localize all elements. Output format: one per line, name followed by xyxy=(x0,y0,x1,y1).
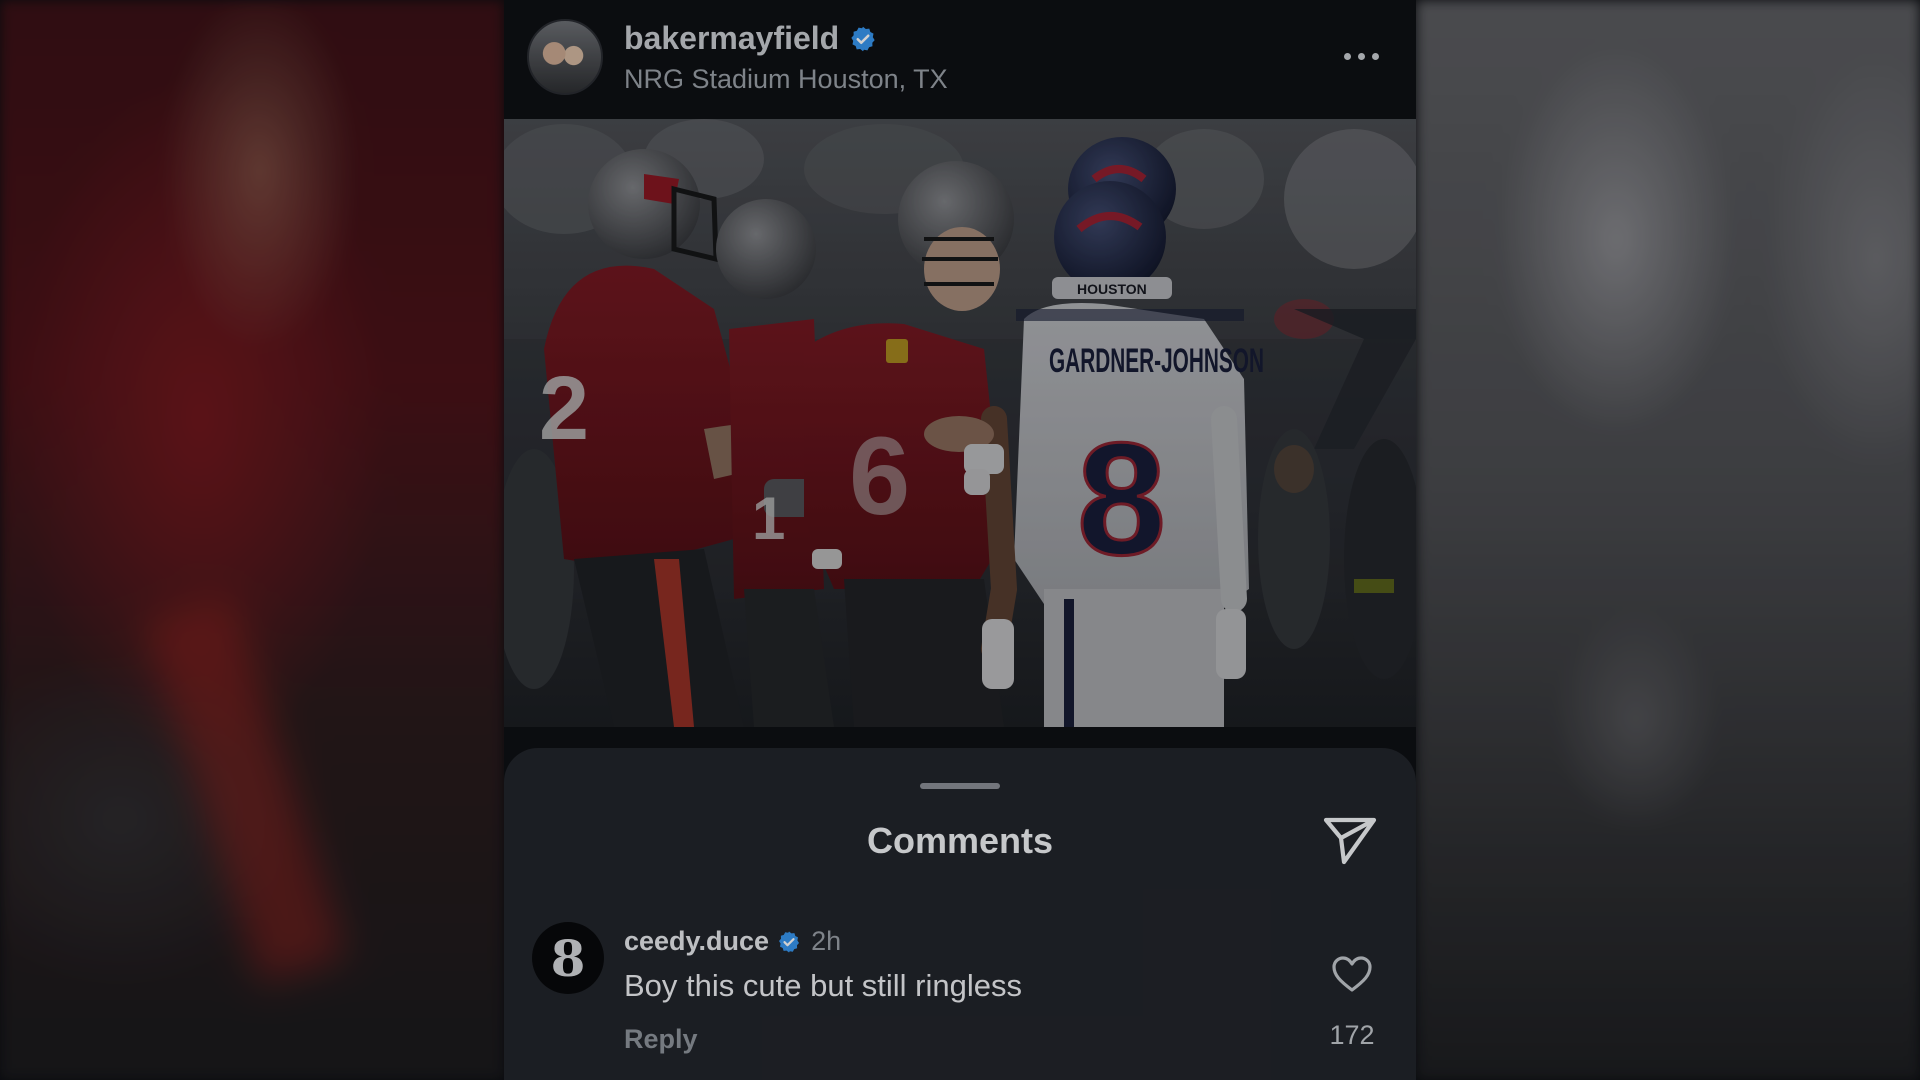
post-header: bakermayfield NRG Stadium Houston, TX xyxy=(504,0,1416,119)
comment-text: Boy this cute but still ringless xyxy=(624,968,1023,1003)
post-photo[interactable]: 2 1 6 HOUSTON GARDNER-JOHNSON 8 xyxy=(504,119,1416,727)
verified-badge-icon xyxy=(851,26,875,51)
profile-avatar[interactable] xyxy=(527,19,603,95)
comment-meta: ceedy.duce 2h xyxy=(624,926,841,957)
instagram-post-view: bakermayfield NRG Stadium Houston, TX 2 … xyxy=(504,0,1416,1080)
comment-timestamp: 2h xyxy=(811,926,842,956)
post-username-row: bakermayfield xyxy=(624,20,877,57)
blurred-background-left xyxy=(0,0,504,1080)
comment-avatar-glyph: 8 xyxy=(550,928,586,988)
dot xyxy=(1344,52,1351,60)
blurred-background-right xyxy=(1416,0,1920,1080)
more-options-icon[interactable] xyxy=(1344,44,1394,68)
football-players-photo: 2 1 6 HOUSTON GARDNER-JOHNSON 8 xyxy=(504,119,1416,727)
like-count: 172 xyxy=(1329,1020,1375,1050)
post-location[interactable]: NRG Stadium Houston, TX xyxy=(624,64,948,95)
dot xyxy=(1372,52,1379,60)
share-send-icon[interactable] xyxy=(1322,814,1378,866)
comment-username[interactable]: ceedy.duce xyxy=(624,926,769,957)
comments-sheet: Comments 8 ceedy.duce 2h Boy this cute b… xyxy=(504,748,1416,1080)
comment-avatar[interactable]: 8 xyxy=(532,922,604,994)
dot xyxy=(1358,52,1365,60)
heart-like-icon[interactable] xyxy=(1330,954,1374,994)
verified-badge-icon xyxy=(779,931,800,952)
post-username[interactable]: bakermayfield xyxy=(624,20,839,57)
comments-title: Comments xyxy=(866,820,1054,861)
reply-button[interactable]: Reply xyxy=(624,1024,698,1055)
drag-handle[interactable] xyxy=(920,783,1000,789)
